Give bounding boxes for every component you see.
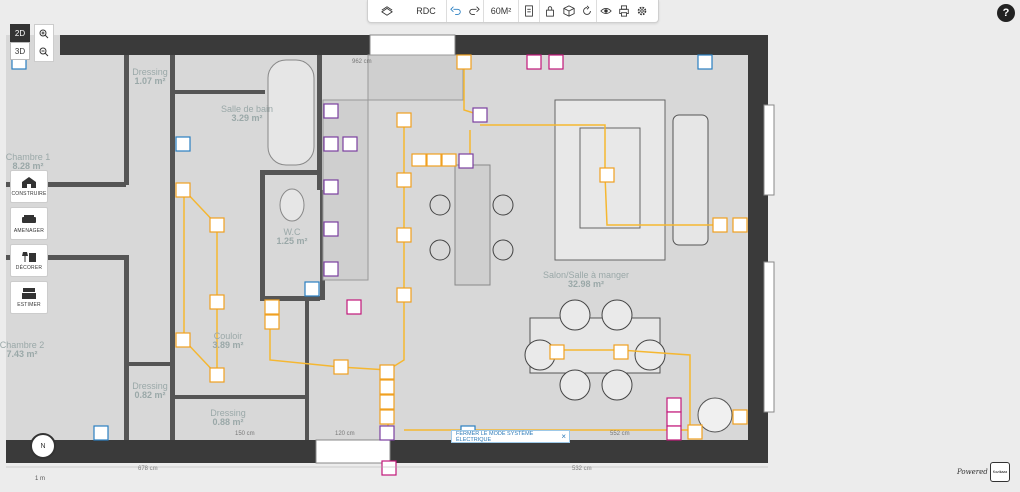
- window-right-1: [763, 104, 775, 196]
- room-area-wc: 1.25 m²: [276, 236, 307, 246]
- gear-icon[interactable]: [633, 0, 651, 22]
- floor-plan-icon[interactable]: [368, 0, 406, 22]
- menu-decorer[interactable]: DÉCORER: [10, 244, 48, 277]
- dim-inner-3: 552 cm: [610, 431, 630, 437]
- rotate-icon[interactable]: [578, 0, 596, 22]
- menu-construire[interactable]: CONSTRUIRE: [10, 170, 48, 203]
- view-2d-button[interactable]: 2D: [10, 24, 30, 42]
- logo-text: Kozikaza: [992, 469, 1008, 474]
- undo-icon[interactable]: [447, 0, 465, 22]
- dim-inner-2: 120 cm: [335, 431, 355, 437]
- top-toolbar: RDC 60M²: [367, 0, 659, 23]
- room-area-salle-de-bain: 3.29 m²: [231, 113, 262, 123]
- floor-label: RDC: [416, 6, 436, 16]
- eye-icon[interactable]: [597, 0, 615, 22]
- zoom-out-icon[interactable]: [35, 43, 53, 61]
- house-icon: [22, 177, 36, 188]
- window-bottom: [315, 439, 391, 464]
- kitchen-island: [454, 164, 491, 286]
- floor-plan-canvas[interactable]: Dressing 1.07 m² Salle de bain 3.29 m² C…: [0, 0, 1020, 492]
- window-top: [369, 34, 456, 56]
- view-toggle: 2D 3D: [10, 24, 30, 62]
- room-area-chambre-2: 7.43 m²: [6, 349, 37, 359]
- lamp-icon: [22, 252, 36, 262]
- dim-inner-1: 150 cm: [235, 431, 255, 437]
- compass-icon: N: [30, 433, 56, 459]
- zoom-in-icon[interactable]: [35, 25, 53, 43]
- brand-logo[interactable]: Kozikaza: [990, 462, 1010, 482]
- help-icon: ?: [1002, 7, 1010, 19]
- cube-icon[interactable]: [560, 0, 578, 22]
- menu-label: ESTIMER: [17, 302, 41, 308]
- room-area-salon: 32.98 m²: [568, 279, 604, 289]
- compass-label: N: [40, 442, 46, 450]
- menu-label: AMENAGER: [13, 228, 45, 234]
- room-area-couloir: 3.89 m²: [212, 340, 243, 350]
- help-button[interactable]: ?: [997, 4, 1015, 22]
- print-icon[interactable]: [615, 0, 633, 22]
- window-right-2: [763, 261, 775, 413]
- room-area-dressing-1: 1.07 m²: [134, 76, 165, 86]
- scale-label: 1 m: [35, 476, 46, 482]
- bathtub: [267, 59, 315, 166]
- menu-label: CONSTRUIRE: [11, 191, 47, 197]
- close-icon[interactable]: ×: [561, 432, 566, 441]
- menu-amenager[interactable]: AMENAGER: [10, 207, 48, 240]
- lock-icon[interactable]: [540, 0, 560, 22]
- dim-top: 962 cm: [352, 59, 372, 65]
- menu-label: DÉCORER: [15, 265, 43, 271]
- menu-estimer[interactable]: ESTIMER: [10, 281, 48, 314]
- document-icon[interactable]: [519, 0, 539, 22]
- kitchen-counter: [367, 54, 464, 101]
- sofa-icon: [22, 215, 36, 223]
- view-3d-button[interactable]: 3D: [10, 42, 30, 60]
- room-area-dressing-3: 0.88 m²: [212, 417, 243, 427]
- floor-selector[interactable]: RDC: [406, 0, 446, 22]
- toilet: [279, 188, 305, 222]
- cash-register-icon: [22, 288, 36, 299]
- left-menu: CONSTRUIRE AMENAGER DÉCORER ESTIMER: [10, 170, 48, 318]
- close-electric-mode-bar[interactable]: FERMER LE MODE SYSTÈME ÉLECTRIQUE ×: [451, 430, 570, 443]
- area-label: 60M²: [490, 6, 512, 16]
- close-electric-mode-label: FERMER LE MODE SYSTÈME ÉLECTRIQUE: [456, 430, 534, 443]
- area-indicator: 60M²: [484, 0, 518, 22]
- room-area-dressing-2: 0.82 m²: [134, 390, 165, 400]
- round-table: [697, 397, 733, 433]
- redo-icon[interactable]: [465, 0, 483, 22]
- zoom-controls: [34, 24, 54, 62]
